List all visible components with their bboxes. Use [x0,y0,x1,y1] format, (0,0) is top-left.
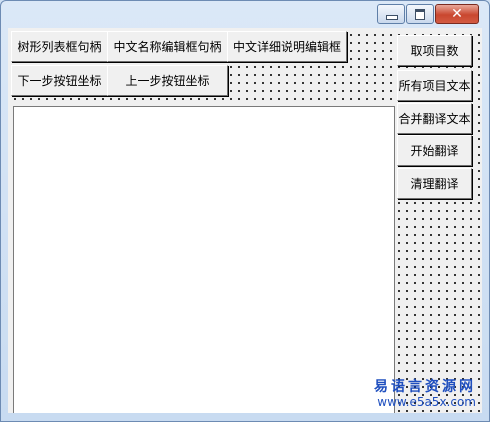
watermark: 易语言资源网 www.e5a5x.com [374,379,476,409]
title-bar: ✕ [1,1,489,28]
close-icon: ✕ [451,6,463,22]
clear-translate-button[interactable]: 清理翻译 [397,168,472,199]
get-item-count-button[interactable]: 取项目数 [397,35,472,66]
prev-step-coords-button[interactable]: 上一步按钮坐标 [107,65,228,96]
output-text-area[interactable] [13,106,395,413]
all-item-text-button[interactable]: 所有项目文本 [397,70,472,101]
close-button[interactable]: ✕ [435,4,479,24]
app-window: ✕ 树形列表框句柄 中文名称编辑框句柄 中文详细说明编辑框 下一步按钮坐标 上一… [0,0,490,422]
start-translate-button[interactable]: 开始翻译 [397,135,472,166]
minimize-icon[interactable] [377,4,405,24]
watermark-url: www.e5a5x.com [377,395,476,409]
merge-translate-text-button[interactable]: 合并翻译文本 [397,103,472,134]
watermark-site-name: 易语言资源网 [374,379,476,395]
cn-name-handle-button[interactable]: 中文名称编辑框句柄 [107,31,228,62]
tree-handle-button[interactable]: 树形列表框句柄 [11,31,108,62]
caption-buttons: ✕ [376,4,479,24]
next-step-coords-button[interactable]: 下一步按钮坐标 [11,65,108,96]
maximize-icon[interactable] [406,4,434,24]
form-client-area: 树形列表框句柄 中文名称编辑框句柄 中文详细说明编辑框 下一步按钮坐标 上一步按… [8,28,482,413]
cn-detail-edit-button[interactable]: 中文详细说明编辑框 [227,31,347,62]
